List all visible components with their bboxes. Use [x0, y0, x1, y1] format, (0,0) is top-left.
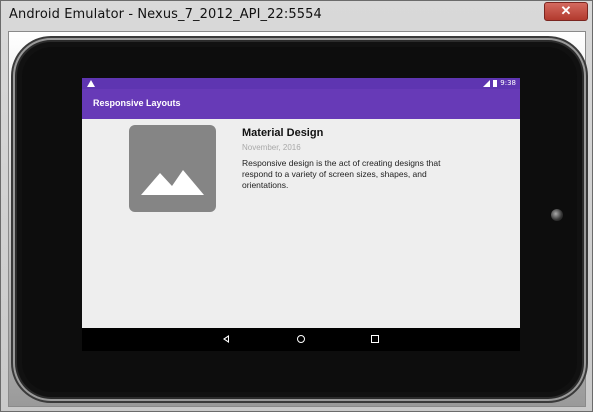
card-date: November, 2016 [242, 143, 301, 152]
recents-icon[interactable] [371, 335, 379, 343]
mountains-icon [141, 170, 204, 195]
back-icon[interactable] [223, 335, 229, 343]
window-titlebar[interactable]: Android Emulator - Nexus_7_2012_API_22:5… [1, 1, 592, 31]
warning-icon [87, 80, 95, 87]
home-icon[interactable] [297, 335, 305, 343]
card-body: Responsive design is the act of creating… [242, 158, 441, 190]
status-bar: 9:38 [82, 78, 520, 89]
battery-icon [493, 80, 498, 87]
status-clock: 9:38 [500, 79, 516, 87]
back-icon-inner [225, 337, 228, 341]
device-screen[interactable]: 9:38 Responsive Layouts Material Design … [82, 78, 520, 351]
app-bar: Responsive Layouts [82, 89, 520, 119]
navigation-bar [82, 328, 520, 351]
window-close-button[interactable]: ✕ [544, 2, 588, 21]
status-icons: 9:38 [483, 78, 516, 89]
window-title: Android Emulator - Nexus_7_2012_API_22:5… [9, 7, 322, 22]
camera-icon [551, 209, 563, 221]
app-bar-title: Responsive Layouts [93, 98, 181, 108]
signal-icon [483, 80, 491, 87]
card-content: Material Design November, 2016 Responsiv… [242, 127, 482, 191]
card-headline: Material Design [242, 127, 324, 139]
image-placeholder-icon [129, 125, 216, 212]
